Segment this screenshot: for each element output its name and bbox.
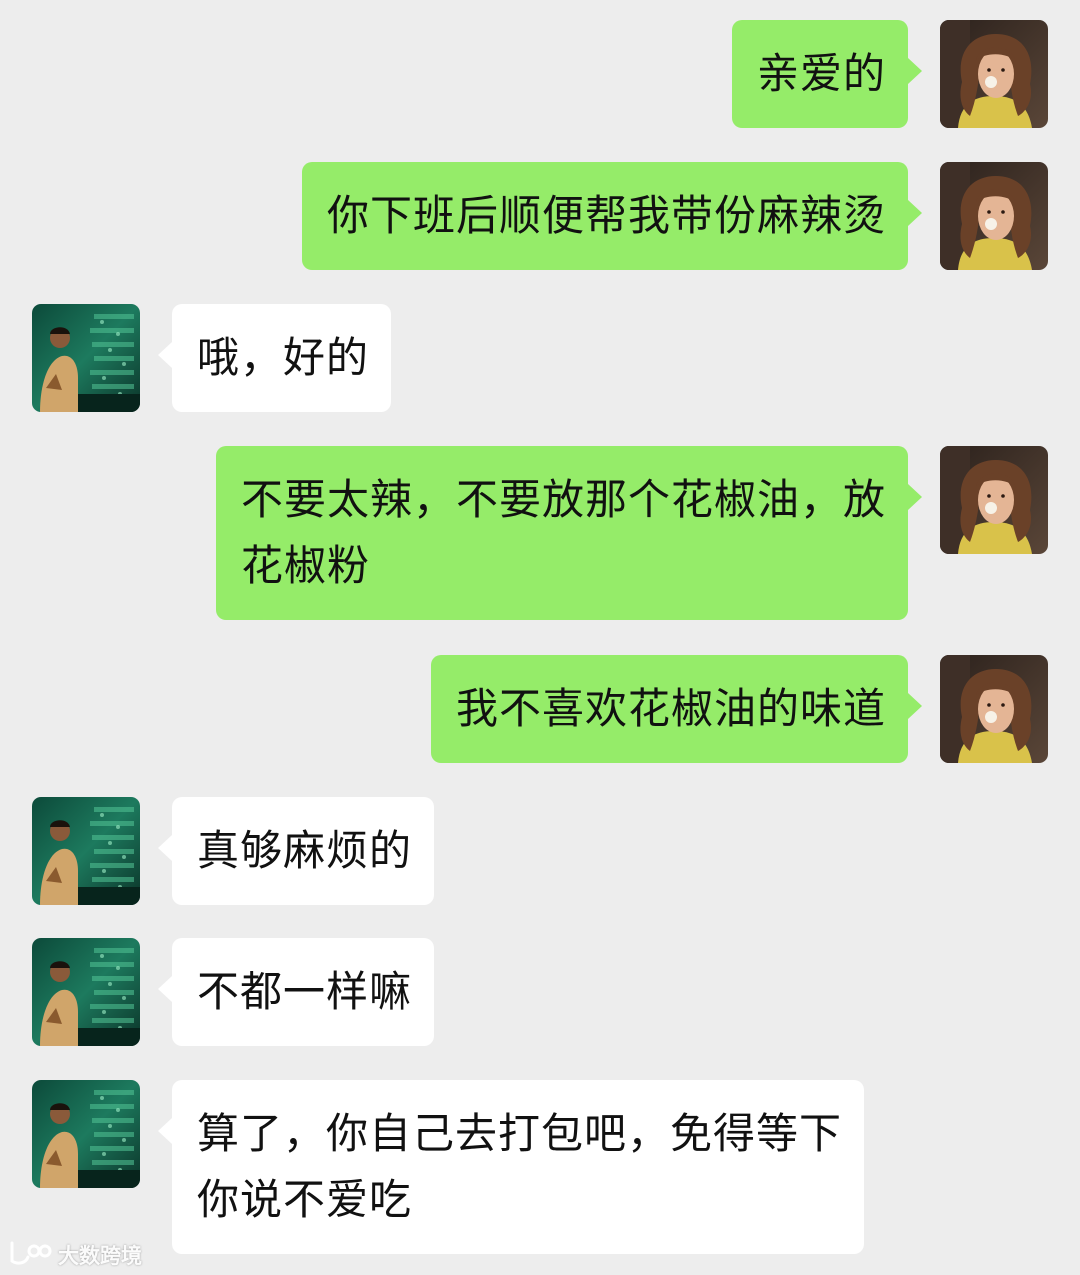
message-bubble[interactable]: 真够麻烦的 (172, 797, 435, 905)
watermark: 大数跨境 (8, 1238, 142, 1272)
bubble-tail (908, 58, 922, 84)
message-bubble[interactable]: 算了，你自己去打包吧，免得等下 你说不爱吃 (172, 1080, 865, 1254)
bubble-tail (158, 342, 172, 368)
message-bubble[interactable]: 亲爱的 (731, 20, 908, 128)
curly-hair-woman-avatar[interactable] (940, 446, 1048, 554)
curly-hair-woman-avatar[interactable] (940, 162, 1048, 270)
bubble-tail (158, 976, 172, 1002)
curly-hair-woman-avatar[interactable] (940, 20, 1048, 128)
message-bubble[interactable]: 你下班后顺便帮我带份麻辣烫 (301, 162, 908, 270)
man-green-room-avatar[interactable] (32, 938, 140, 1046)
curly-hair-woman-avatar[interactable] (940, 655, 1048, 763)
man-green-room-avatar[interactable] (32, 797, 140, 905)
message-bubble[interactable]: 不都一样嘛 (172, 938, 435, 1046)
bubble-tail (158, 1118, 172, 1144)
dashu-logo-icon (8, 1239, 52, 1272)
message-bubble[interactable]: 哦，好的 (172, 304, 392, 412)
man-green-room-avatar[interactable] (32, 1080, 140, 1188)
man-green-room-avatar[interactable] (32, 304, 140, 412)
watermark-text: 大数跨境 (58, 1244, 142, 1268)
bubble-tail (908, 200, 922, 226)
message-bubble[interactable]: 我不喜欢花椒油的味道 (430, 655, 908, 763)
bubble-tail (908, 693, 922, 719)
bubble-tail (158, 835, 172, 861)
bubble-tail (908, 484, 922, 510)
message-bubble[interactable]: 不要太辣，不要放那个花椒油，放 花椒粉 (215, 446, 908, 620)
